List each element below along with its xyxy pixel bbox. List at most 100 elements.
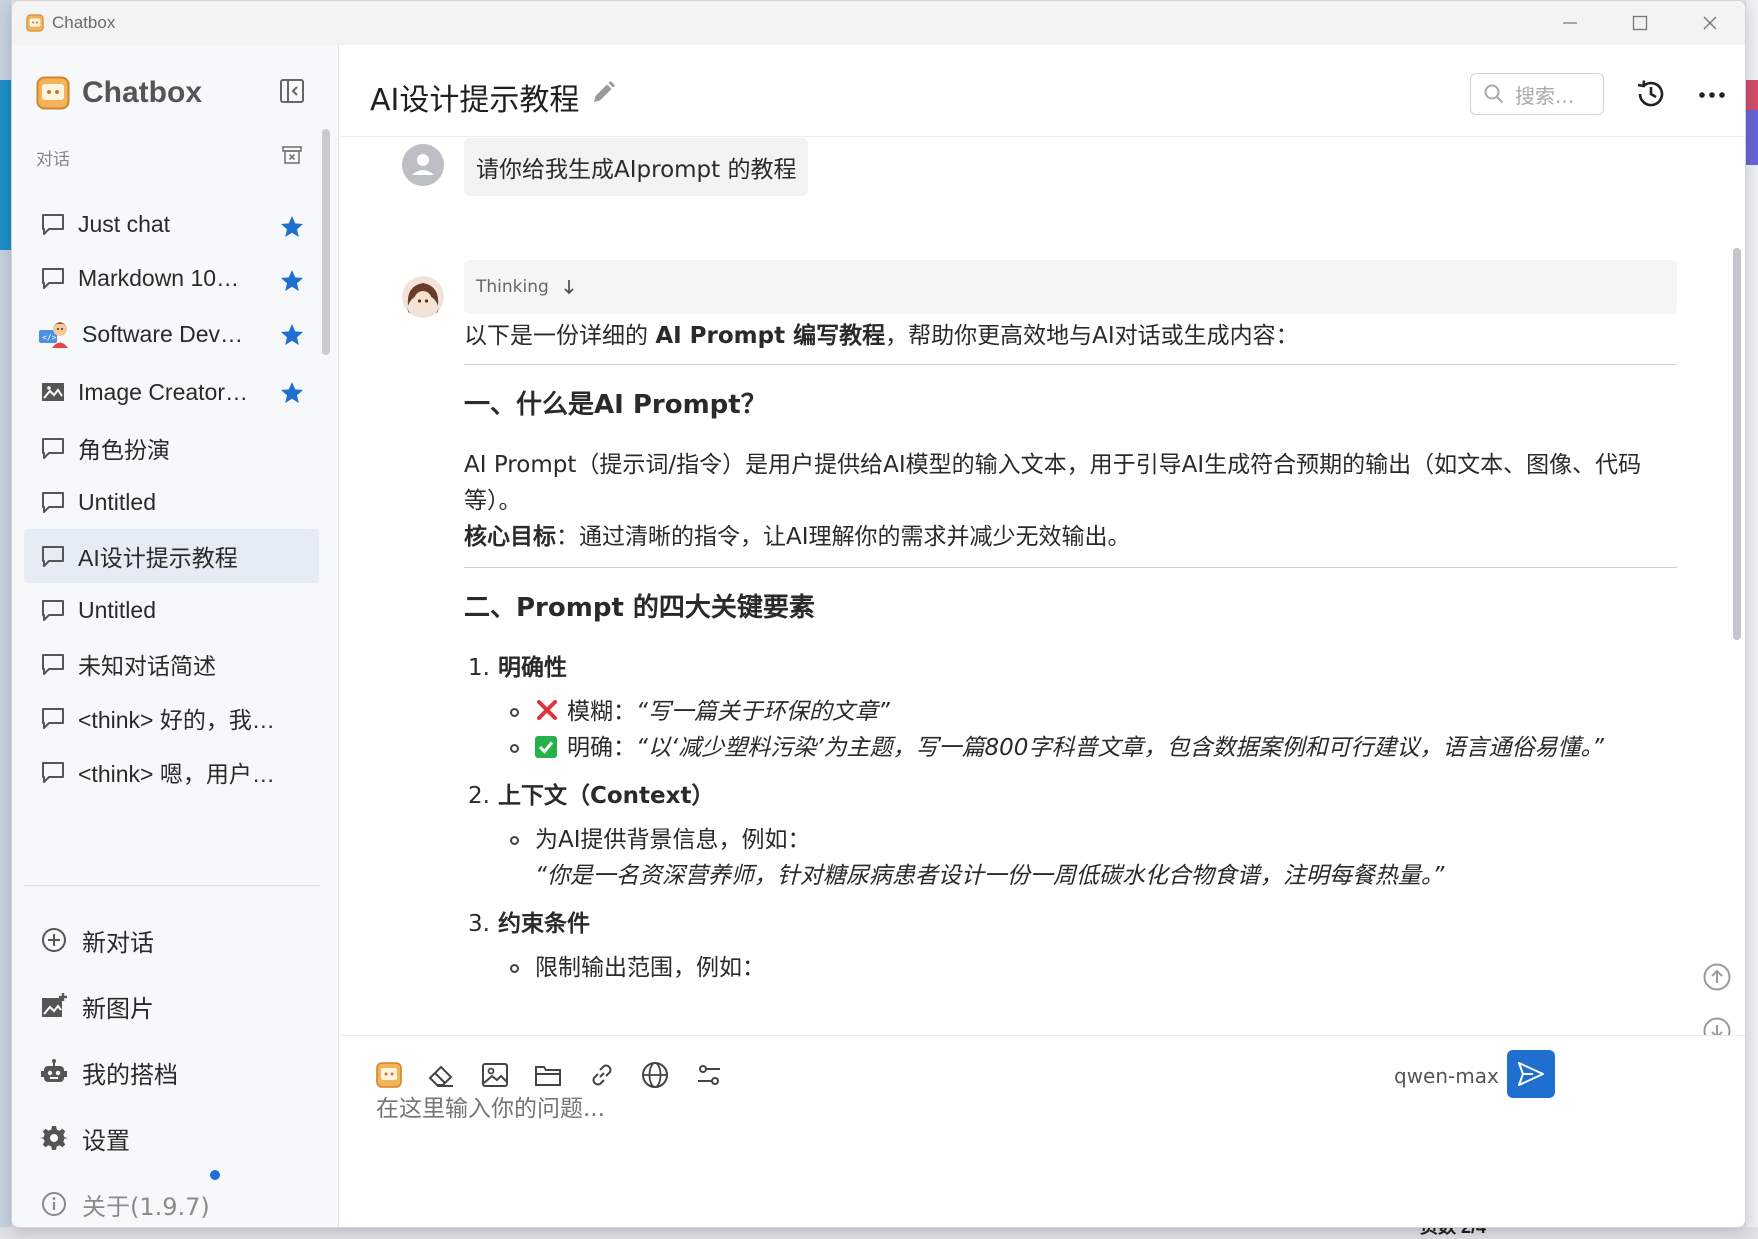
- list-item: 2. 上下文（Context）: [464, 778, 1677, 814]
- minimize-button[interactable]: [1535, 1, 1605, 45]
- divider: [464, 364, 1677, 365]
- bullet-label: 明确：: [567, 735, 636, 761]
- sidebar-scrollbar[interactable]: [322, 129, 330, 355]
- sidebar-action-robot[interactable]: 我的搭档: [24, 1039, 320, 1105]
- star-icon[interactable]: [279, 214, 305, 240]
- heading-what-is-prompt: 一、什么是AI Prompt？: [464, 390, 767, 420]
- search-icon: [1484, 84, 1504, 104]
- send-icon: [1518, 1062, 1544, 1086]
- user-avatar-icon: [402, 144, 444, 186]
- scroll-to-bottom-icon[interactable]: [1702, 1016, 1732, 1035]
- maximize-icon: [1632, 15, 1648, 31]
- model-selector[interactable]: qwen-max: [1394, 1064, 1519, 1088]
- folder-icon[interactable]: [533, 1060, 563, 1090]
- bullet-marker: [510, 708, 519, 717]
- chat-bubble-icon: [40, 759, 66, 785]
- star-icon[interactable]: [279, 268, 305, 294]
- conversation-item[interactable]: </> Software Dev…: [24, 305, 319, 363]
- conversation-label: Markdown 10…: [78, 264, 240, 291]
- bullet-marker: [510, 744, 519, 753]
- conversation-item[interactable]: <think> 嗯，用户让…: [24, 745, 319, 799]
- sidebar-action-label: 关于(1.9.7): [82, 1192, 210, 1221]
- search-input[interactable]: 搜索...: [1470, 73, 1604, 115]
- sub-list-item: 为AI提供背景信息，例如： “你是一名资深营养师，针对糖尿病患者设计一份一周低碳水…: [510, 822, 1677, 894]
- paragraph-definition: AI Prompt（提示词/指令）是用户提供给AI模型的输入文本，用于引导AI生…: [464, 452, 1642, 514]
- star-icon[interactable]: [279, 322, 305, 348]
- divider: [24, 885, 320, 886]
- message-input[interactable]: [376, 1096, 1676, 1122]
- list-number: 3.: [468, 911, 490, 937]
- conversation-label: Untitled: [78, 596, 156, 623]
- sidebar-action-info[interactable]: 关于(1.9.7): [24, 1171, 320, 1227]
- sub-list-item: 明确：“以‘减少塑料污染’为主题，写一篇800字科普文章，包含数据案例和可行建议…: [510, 730, 1677, 766]
- sub-list-text: 明确：“以‘减少塑料污染’为主题，写一篇800字科普文章，包含数据案例和可行建议…: [535, 730, 1604, 766]
- sidebar-action-label: 设置: [82, 1126, 130, 1155]
- conversation-item[interactable]: 角色扮演: [24, 421, 319, 475]
- history-icon[interactable]: [1634, 77, 1668, 111]
- close-button[interactable]: [1675, 1, 1745, 45]
- conversation-item[interactable]: Image Creator…: [24, 363, 319, 421]
- conversation-label: AI设计提示教程: [78, 545, 238, 571]
- bullet-quote: “你是一名资深营养师，针对糖尿病患者设计一份一周低碳水化合物食谱，注明每餐热量。…: [535, 863, 1445, 889]
- chatbox-app-icon: [26, 14, 44, 32]
- settings-sliders-icon[interactable]: [694, 1060, 724, 1090]
- conversation-item[interactable]: Just chat: [24, 197, 319, 251]
- plus-circle-icon: [40, 926, 68, 954]
- conversation-item[interactable]: Untitled: [24, 475, 319, 529]
- chat-panel: AI设计提示教程 搜索... 请你给我生成AIprompt 的教程 Thinki…: [340, 45, 1745, 1227]
- sub-list: 模糊：“写一篇关于环保的文章” 明确：“以‘减少塑料污染’为主题，写一篇800字科…: [510, 694, 1677, 766]
- thinking-toggle[interactable]: Thinking: [464, 260, 1677, 314]
- sub-list: 为AI提供背景信息，例如： “你是一名资深营养师，针对糖尿病患者设计一份一周低碳水…: [510, 822, 1677, 894]
- conversation-item[interactable]: <think> 好的，我现…: [24, 691, 319, 745]
- more-options-icon[interactable]: [1696, 79, 1728, 111]
- archive-icon[interactable]: [280, 143, 304, 167]
- heading-key-elements: 二、Prompt 的四大关键要素: [464, 593, 815, 623]
- conversation-label: 角色扮演: [78, 437, 170, 463]
- key-elements-list: 1. 明确性模糊：“写一篇关于环保的文章” 明确：“以‘减少塑料污染’为主题，写一篇…: [464, 650, 1677, 986]
- conversation-label: <think> 好的，我现…: [78, 707, 278, 733]
- chatbox-persona-icon[interactable]: [374, 1060, 404, 1090]
- maximize-button[interactable]: [1605, 1, 1675, 45]
- assistant-avatar-icon: [402, 276, 444, 318]
- collapse-sidebar-icon[interactable]: [278, 77, 306, 105]
- robot-icon: [40, 1058, 68, 1086]
- eraser-icon[interactable]: [426, 1060, 456, 1090]
- sidebar-action-add-image[interactable]: 新图片: [24, 973, 320, 1039]
- link-icon[interactable]: [587, 1060, 617, 1090]
- minimize-icon: [1563, 22, 1577, 24]
- model-name: qwen-max: [1394, 1064, 1499, 1088]
- sub-list-text: 为AI提供背景信息，例如： “你是一名资深营养师，针对糖尿病患者设计一份一周低碳水…: [535, 822, 1444, 894]
- chat-bubble-icon: [40, 489, 66, 515]
- conversation-item[interactable]: Markdown 10…: [24, 251, 319, 305]
- conversation-label: Untitled: [78, 488, 156, 515]
- conversation-item[interactable]: Untitled: [24, 583, 319, 637]
- list-number: 1.: [468, 655, 490, 681]
- conversations-section-label: 对话: [36, 150, 70, 170]
- send-button[interactable]: [1507, 1050, 1555, 1098]
- sidebar-action-gear[interactable]: 设置: [24, 1105, 320, 1171]
- conversation-item[interactable]: AI设计提示教程: [24, 529, 319, 583]
- chat-bubble-icon: [40, 265, 66, 291]
- answer-intro: 以下是一份详细的 AI Prompt 编写教程，帮助你更高效地与AI对话或生成内…: [464, 323, 1299, 349]
- user-message: 请你给我生成AIprompt 的教程: [464, 138, 809, 196]
- globe-icon[interactable]: [640, 1060, 670, 1090]
- chat-bubble-icon: [40, 705, 66, 731]
- composer: qwen-max: [340, 1035, 1745, 1227]
- edit-title-icon[interactable]: [589, 79, 617, 107]
- list-item-title: 上下文（Context）: [498, 783, 715, 809]
- conversation-label: <think> 嗯，用户让…: [78, 761, 278, 787]
- close-icon: [1703, 16, 1717, 30]
- scroll-to-top-icon[interactable]: [1702, 962, 1732, 992]
- sub-list-item: 限制输出范围，例如：: [510, 950, 1677, 986]
- star-icon[interactable]: [279, 380, 305, 406]
- conversation-list: Just chat Markdown 10… </> Software Dev… Ima…: [24, 197, 319, 883]
- conversation-item[interactable]: 未知对话简述: [24, 637, 319, 691]
- messages-scrollbar[interactable]: [1733, 248, 1741, 640]
- search-placeholder: 搜索...: [1515, 83, 1575, 108]
- chat-title: AI设计提示教程: [370, 83, 580, 118]
- list-item: 1. 明确性: [464, 650, 1677, 686]
- sidebar-action-plus-circle[interactable]: 新对话: [24, 907, 320, 973]
- image-icon[interactable]: [480, 1060, 510, 1090]
- desktop-background-left: [0, 0, 11, 1239]
- list-item: 3. 约束条件: [464, 906, 1677, 942]
